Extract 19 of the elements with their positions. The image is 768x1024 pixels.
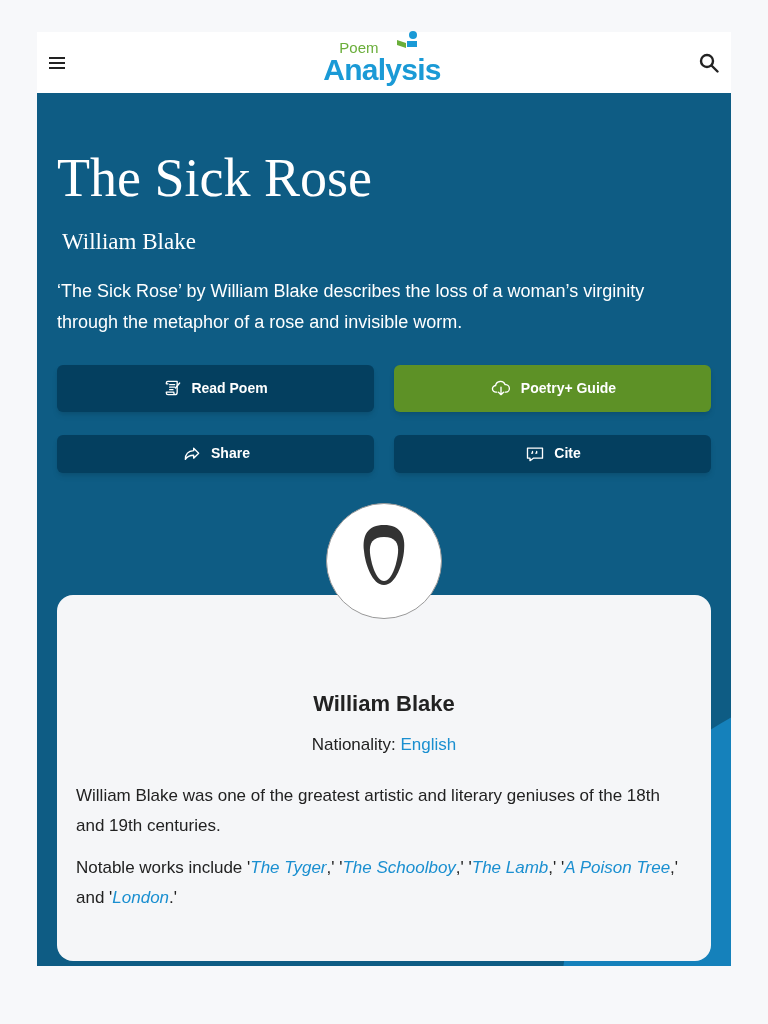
action-button[interactable]: Share (57, 434, 374, 473)
nationality-label: Nationality: (311, 734, 396, 754)
menu-icon[interactable] (49, 56, 65, 69)
poem-link[interactable]: The Schoolboy (342, 858, 456, 877)
nationality-link[interactable]: English (400, 734, 457, 754)
action-button[interactable]: Poetry+ Guide (394, 364, 711, 412)
poem-link[interactable]: A Poison Tree (564, 858, 671, 877)
poem-summary: ‘The Sick Rose’ by William Blake describes the loss of a woman’s virginity through the metaphor of a rose and invisible worm. (57, 279, 646, 334)
poem-link[interactable]: The Tyger (250, 858, 327, 877)
poem-title: The Sick Rose (57, 151, 373, 205)
notable-works: Notable works include 'The Tyger,' 'The Schoolboy,' 'The Lamb,' 'A Poison Tree,' and 'London.' (76, 857, 680, 909)
search-icon[interactable] (699, 52, 719, 73)
poem-link[interactable]: London (112, 888, 170, 907)
poem-link[interactable]: The Lamb (471, 858, 549, 877)
author-name: William Blake (312, 692, 456, 715)
action-button[interactable]: Read Poem (57, 364, 374, 412)
poem-author: William Blake (62, 228, 197, 256)
author-bio: William Blake was one of the greatest artistic and literary geniuses of the 18th and 19th centuries. (76, 785, 661, 837)
action-button[interactable]: Cite (394, 434, 711, 473)
